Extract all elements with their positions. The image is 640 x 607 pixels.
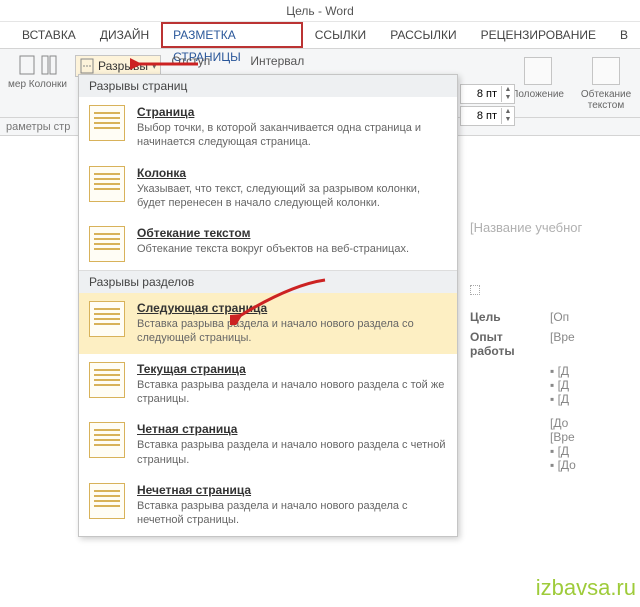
break-page-item[interactable]: Страница Выбор точки, в которой заканчив…	[79, 97, 457, 158]
break-odd-page-icon	[89, 483, 125, 519]
page-setup-group: мер Колонки	[0, 51, 75, 117]
indent-label: Отступ	[171, 54, 210, 68]
breaks-dropdown: Разрывы страниц Страница Выбор точки, в …	[78, 74, 458, 537]
break-even-page-item[interactable]: Четная страница Вставка разрыва раздела …	[79, 414, 457, 475]
position-label: Положение	[511, 89, 564, 100]
break-wrap-desc: Обтекание текста вокруг объектов на веб-…	[137, 242, 409, 256]
spacing-after-input[interactable]	[461, 110, 501, 122]
columns-icon[interactable]	[41, 55, 57, 75]
columns-label: Колонки	[29, 79, 67, 90]
doc-line: [Вре	[550, 430, 640, 444]
spin-down-icon[interactable]: ▼	[502, 94, 514, 102]
doc-bullet: ▪ [Д	[550, 364, 640, 378]
break-next-page-title: Следующая страница	[137, 301, 447, 315]
doc-exp-key: Опыт работы	[470, 330, 530, 358]
ribbon-tabs: ВСТАВКА ДИЗАЙН РАЗМЕТКА СТРАНИЦЫ ССЫЛКИ …	[0, 22, 640, 48]
doc-bullet: ▪ [До	[550, 458, 640, 472]
break-wrap-title: Обтекание текстом	[137, 226, 409, 240]
spacing-before-spinner[interactable]: ▲▼	[460, 84, 515, 104]
break-odd-page-title: Нечетная страница	[137, 483, 447, 497]
breaks-icon	[80, 58, 94, 74]
doc-bullet: ▪ [Д	[550, 392, 640, 406]
break-next-page-desc: Вставка разрыва раздела и начало нового …	[137, 317, 447, 346]
break-odd-page-item[interactable]: Нечетная страница Вставка разрыва раздел…	[79, 475, 457, 536]
break-continuous-icon	[89, 362, 125, 398]
doc-bullet: ▪ [Д	[550, 444, 640, 458]
doc-goal-key: Цель	[470, 310, 530, 324]
break-column-icon	[89, 166, 125, 202]
break-even-page-title: Четная страница	[137, 422, 447, 436]
tab-page-layout[interactable]: РАЗМЕТКА СТРАНИЦЫ	[161, 22, 303, 48]
break-column-desc: Указывает, что текст, следующий за разры…	[137, 182, 447, 211]
tab-review[interactable]: РЕЦЕНЗИРОВАНИЕ	[469, 22, 608, 48]
spin-up-icon[interactable]: ▲	[502, 86, 514, 94]
title-bar: Цель - Word	[0, 0, 640, 22]
break-column-item[interactable]: Колонка Указывает, что текст, следующий …	[79, 158, 457, 219]
spacing-after-spinner[interactable]: ▲▼	[460, 106, 515, 126]
spin-up-icon[interactable]: ▲	[502, 108, 514, 116]
break-wrap-icon	[89, 226, 125, 262]
position-button[interactable]: Положение	[511, 57, 564, 100]
spin-down-icon[interactable]: ▼	[502, 116, 514, 124]
break-continuous-desc: Вставка разрыва раздела и начало нового …	[137, 378, 447, 407]
break-next-page-item[interactable]: Следующая страница Вставка разрыва разде…	[79, 293, 457, 354]
doc-line: [До	[550, 416, 640, 430]
tab-mailings[interactable]: РАССЫЛКИ	[378, 22, 468, 48]
break-column-title: Колонка	[137, 166, 447, 180]
breaks-label: Разрывы	[98, 59, 148, 73]
break-page-title: Страница	[137, 105, 447, 119]
section-marker-icon	[470, 285, 480, 295]
break-continuous-item[interactable]: Текущая страница Вставка разрыва раздела…	[79, 354, 457, 415]
break-odd-page-desc: Вставка разрыва раздела и начало нового …	[137, 499, 447, 528]
wrap-text-button[interactable]: Обтекание текстом	[578, 57, 634, 111]
tab-view-partial[interactable]: В	[608, 22, 640, 48]
wrap-text-icon	[592, 57, 620, 85]
watermark: izbavsa.ru	[536, 575, 636, 601]
wrap-label: Обтекание текстом	[578, 89, 634, 111]
spacing-before-input[interactable]	[461, 88, 501, 100]
break-continuous-title: Текущая страница	[137, 362, 447, 376]
tab-design[interactable]: ДИЗАЙН	[88, 22, 161, 48]
chevron-down-icon: ▾	[152, 61, 157, 72]
doc-exp-val: [Вре	[550, 330, 575, 358]
interval-label: Интервал	[250, 54, 304, 68]
break-even-page-icon	[89, 422, 125, 458]
page-breaks-header: Разрывы страниц	[79, 75, 457, 97]
doc-goal-val: [Оп	[550, 310, 569, 324]
document-preview: [Название учебног Цель [Оп Опыт работы [Вр…	[470, 220, 640, 472]
size-icon[interactable]	[19, 55, 35, 75]
break-next-page-icon	[89, 301, 125, 337]
break-page-desc: Выбор точки, в которой заканчивается одн…	[137, 121, 447, 150]
tab-references[interactable]: ССЫЛКИ	[303, 22, 378, 48]
size-label: мер	[8, 79, 26, 90]
break-text-wrap-item[interactable]: Обтекание текстом Обтекание текста вокру…	[79, 218, 457, 270]
section-breaks-header: Разрывы разделов	[79, 270, 457, 293]
break-page-icon	[89, 105, 125, 141]
doc-heading: [Название учебног	[470, 220, 640, 235]
position-icon	[524, 57, 552, 85]
break-even-page-desc: Вставка разрыва раздела и начало нового …	[137, 438, 447, 467]
doc-bullet: ▪ [Д	[550, 378, 640, 392]
tab-insert[interactable]: ВСТАВКА	[10, 22, 88, 48]
